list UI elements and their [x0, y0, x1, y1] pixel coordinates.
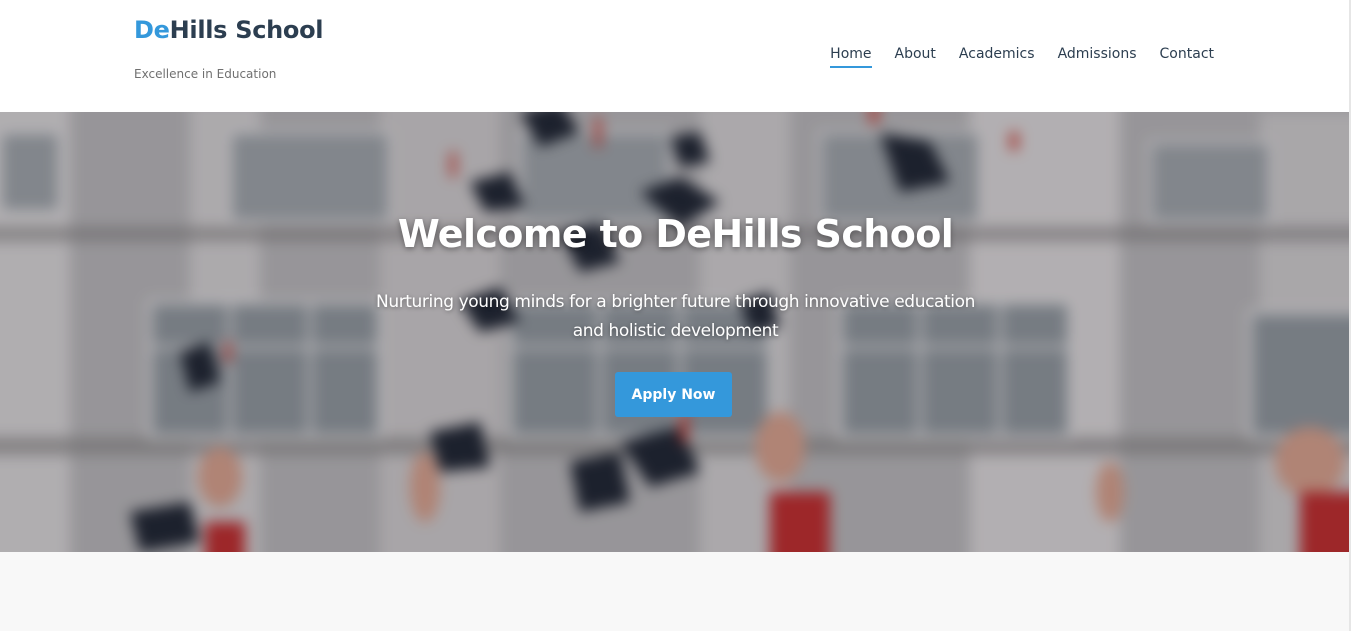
brand-logo[interactable]: DeHills School [134, 16, 324, 44]
nav-item-academics[interactable]: Academics [959, 46, 1035, 66]
nav-item-about[interactable]: About [895, 46, 936, 66]
next-section [0, 552, 1351, 631]
site-header: DeHills School Excellence in Education H… [0, 0, 1351, 112]
hero-subtitle: Nurturing young minds for a brighter fut… [376, 292, 975, 341]
brand-title[interactable]: DeHills School [134, 16, 324, 44]
nav-item-home[interactable]: Home [830, 46, 872, 68]
apply-now-button[interactable]: Apply Now [615, 372, 732, 417]
main-nav: Home About Academics Admissions Contact [830, 46, 1214, 68]
brand-tagline: Excellence in Education [134, 67, 277, 81]
hero-title: Welcome to DeHills School [397, 212, 954, 256]
nav-item-contact[interactable]: Contact [1160, 46, 1214, 66]
hero-content: Welcome to DeHills School Nurturing youn… [0, 112, 1351, 552]
hero-section: Welcome to DeHills School Nurturing youn… [0, 112, 1351, 552]
brand-title-accent: De [134, 16, 170, 44]
brand-title-rest: Hills School [169, 16, 324, 44]
nav-item-admissions[interactable]: Admissions [1058, 46, 1137, 66]
